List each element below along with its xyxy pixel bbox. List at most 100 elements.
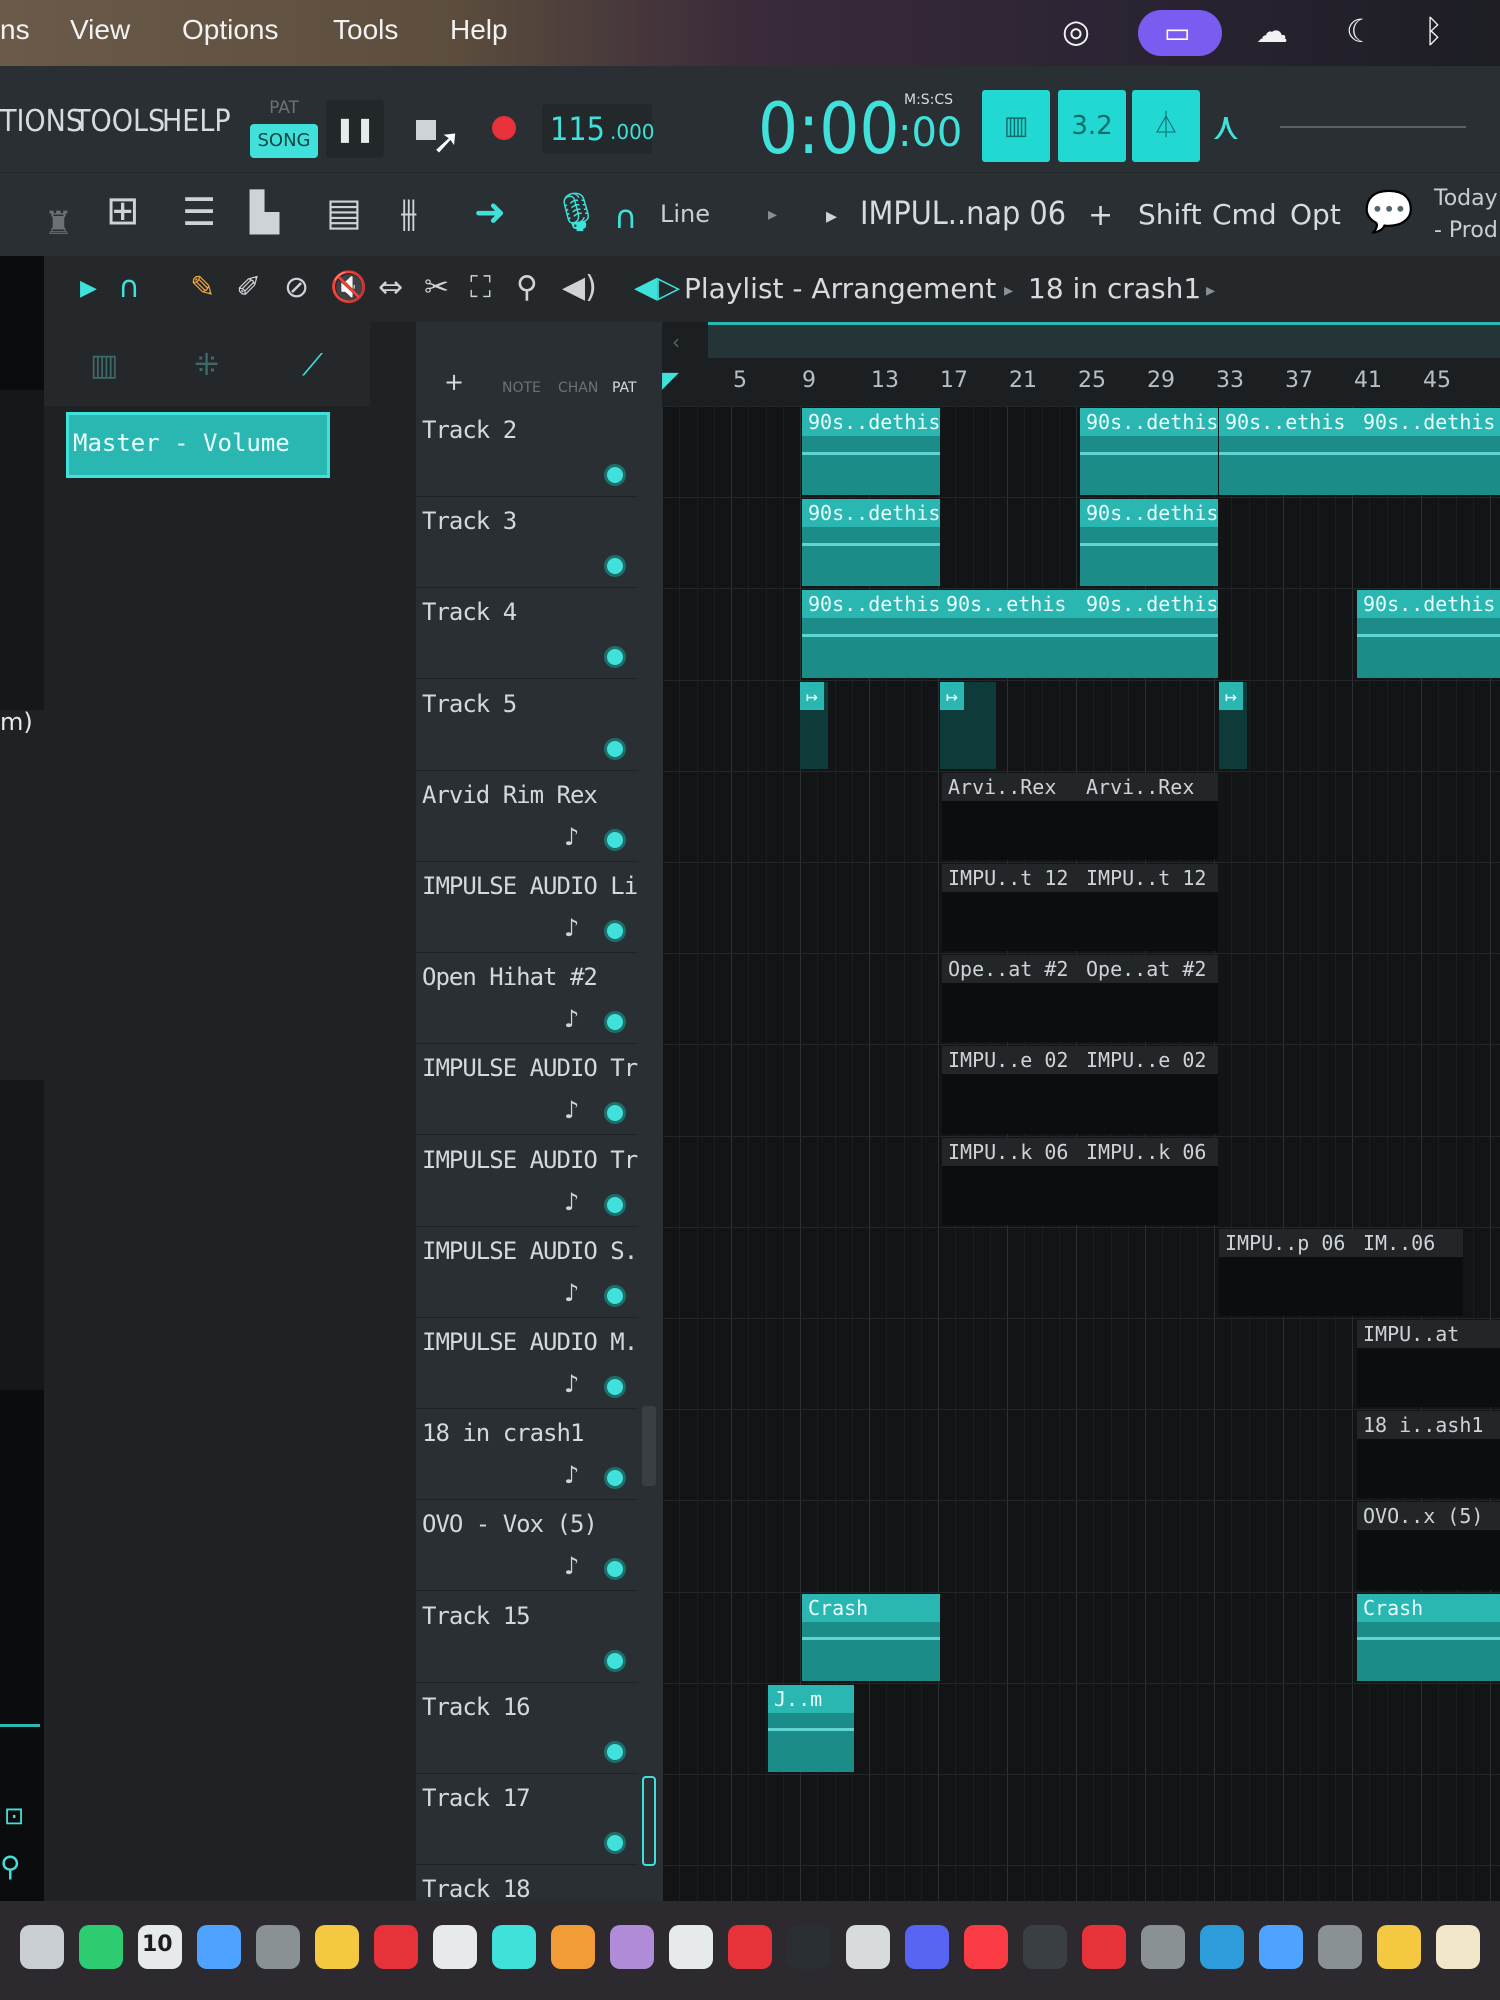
audio-wave-icon[interactable]: ⁜ <box>194 348 219 383</box>
grapher-icon[interactable] <box>610 1925 654 1969</box>
capcut-icon[interactable] <box>787 1925 831 1969</box>
shift-key-button[interactable]: Shift <box>1138 198 1202 231</box>
menu-item-view[interactable]: View <box>70 14 130 46</box>
audio-clip[interactable]: 90s..ethis <box>1219 408 1357 496</box>
pattern-clip[interactable]: IMPU..e 02 <box>1080 1046 1218 1134</box>
pattern-clip[interactable]: IMPU..t 12 <box>1080 864 1218 952</box>
track-header[interactable]: IMPULSE AUDIO S.. ♪ <box>416 1227 652 1318</box>
weather-icon[interactable] <box>20 1925 64 1969</box>
aperture-icon[interactable]: ◎ <box>1062 12 1090 50</box>
news-line-1[interactable]: Today <box>1434 186 1498 211</box>
left-panel-box-icon[interactable]: ⊡ <box>4 1802 24 1830</box>
track-name[interactable]: Track 5 <box>422 690 517 718</box>
photo-icon[interactable] <box>256 1925 300 1969</box>
track-mute-toggle[interactable] <box>604 1193 626 1216</box>
pattern-selector[interactable]: IMPUL..nap 06 <box>860 194 1066 232</box>
select-tool-icon[interactable]: ⛶ <box>470 270 491 305</box>
fl-menu-help[interactable]: HELP <box>162 104 231 139</box>
track-mute-toggle[interactable] <box>604 1740 626 1763</box>
track-header[interactable]: 18 in crash1 ♪ <box>416 1409 638 1501</box>
pencil-icon[interactable]: ✎ <box>190 270 215 305</box>
track-name[interactable]: IMPULSE AUDIO Tr.. <box>422 1146 665 1174</box>
audio-clip[interactable]: J..m <box>768 1684 854 1772</box>
track-name[interactable]: Track 16 <box>422 1693 531 1721</box>
acrobat-icon[interactable] <box>728 1925 772 1969</box>
track-mute-toggle[interactable] <box>604 555 626 578</box>
search-icon[interactable]: ⚲ <box>0 1850 21 1883</box>
track-name[interactable]: Track 2 <box>422 416 517 444</box>
track-header[interactable]: IMPULSE AUDIO M.. ♪ <box>416 1318 652 1409</box>
audio-clip[interactable]: 90s..dethis <box>802 408 940 496</box>
scrollbar-thumb[interactable] <box>642 1776 656 1866</box>
piano-roll-icon[interactable]: ▙ <box>250 190 279 234</box>
master-volume-item[interactable]: Master - Volume <box>66 412 330 478</box>
pattern-clip[interactable]: IMPU..k 06 <box>942 1137 1080 1225</box>
opt-key-button[interactable]: Opt <box>1290 198 1341 231</box>
pattern-clip[interactable]: Ope..at #2 <box>1080 955 1218 1043</box>
typing-keyboard-button[interactable]: ▥ <box>982 90 1050 162</box>
microphone-icon[interactable]: 🎙 <box>552 190 600 235</box>
music-icon[interactable] <box>964 1925 1008 1969</box>
track-header[interactable]: IMPULSE AUDIO Li.. ♪ <box>416 862 665 953</box>
audio-clip[interactable]: Crash <box>802 1593 940 1681</box>
track-header[interactable]: OVO - Vox (5) ♪ <box>416 1500 638 1592</box>
daw-icon[interactable] <box>1141 1925 1185 1969</box>
browser-tree-icon[interactable]: ⊞ <box>106 188 140 234</box>
playlist-grid[interactable]: 90s..dethis 90s..dethis 90s..ethis 90s..det… <box>662 406 1500 1901</box>
menu-item-tools[interactable]: Tools <box>333 14 398 46</box>
zoom-tool-icon[interactable]: ⚲ <box>516 270 538 305</box>
moon-icon[interactable]: ☾ <box>1346 12 1375 50</box>
stickies-icon[interactable] <box>1377 1925 1421 1969</box>
pattern-clip[interactable]: OVO..x (5) <box>1357 1502 1500 1590</box>
track-header[interactable]: Arvid Rim Rex ♪ <box>416 771 638 862</box>
settings-icon[interactable] <box>1318 1925 1362 1969</box>
pattern-clip[interactable]: IM..06 <box>1357 1228 1463 1316</box>
logic-icon[interactable] <box>1023 1925 1067 1969</box>
app-store-icon[interactable] <box>492 1925 536 1969</box>
help-chat-icon[interactable]: 💬 <box>1364 188 1414 235</box>
audio-clip[interactable]: 90s..dethis <box>802 590 940 678</box>
pattern-clip[interactable]: Ope..at #2 <box>942 955 1080 1043</box>
track-header[interactable]: Track 3 <box>416 497 638 589</box>
tempo-step-button[interactable]: 3.2 <box>1058 90 1126 162</box>
trash-icon[interactable]: ♜ <box>44 204 73 242</box>
track-name[interactable]: 18 in crash1 <box>422 1419 584 1447</box>
playback-tool-icon[interactable]: ◀) <box>562 270 597 305</box>
track-header[interactable]: Track 17 <box>416 1774 638 1865</box>
add-track-button[interactable]: + <box>444 368 464 396</box>
cmd-key-button[interactable]: Cmd <box>1212 198 1277 231</box>
track-mute-toggle[interactable] <box>604 737 626 760</box>
mixer-icon[interactable]: ⫵ <box>400 190 417 235</box>
bluetooth-icon[interactable]: ᛒ <box>1424 12 1443 50</box>
audio-clip[interactable]: 90s..dethis <box>1080 408 1218 496</box>
pattern-clip[interactable]: IMPU..e 02 <box>942 1046 1080 1134</box>
fl-menu-tools[interactable]: TOOLS <box>74 104 165 139</box>
song-mode-button[interactable]: SONG <box>250 124 318 158</box>
track-name[interactable]: IMPULSE AUDIO S.. <box>422 1237 652 1265</box>
piano-icon[interactable]: ▥ <box>90 348 118 383</box>
magnet-icon[interactable]: ∩ <box>614 198 637 236</box>
slip-tool-icon[interactable]: ⇔ <box>378 270 403 305</box>
pattern-clip[interactable]: IMPU..k 06 <box>1080 1137 1218 1225</box>
menu-item-partial[interactable]: ns <box>0 14 30 46</box>
books-icon[interactable] <box>1436 1925 1480 1969</box>
pattern-play-icon[interactable]: ▸ <box>826 204 837 229</box>
notes-icon[interactable] <box>315 1925 359 1969</box>
news-line-2[interactable]: - Prod <box>1434 218 1498 243</box>
menu-item-help[interactable]: Help <box>450 14 508 46</box>
audio-clip[interactable]: 90s..dethis <box>1357 408 1500 496</box>
track-header[interactable]: Track 4 <box>416 588 638 680</box>
track-mute-toggle[interactable] <box>604 1011 626 1034</box>
automation-link-icon[interactable]: ⟋ <box>302 348 323 383</box>
playlist-icon[interactable]: ▤ <box>326 190 362 234</box>
paint-brush-icon[interactable]: ✐ <box>236 270 261 305</box>
pattern-clip[interactable]: Arvi..Rex <box>942 772 1080 860</box>
chrome-icon[interactable] <box>846 1925 890 1969</box>
track-mute-toggle[interactable] <box>604 1376 626 1398</box>
track-name[interactable]: Track 18 <box>422 1875 531 1903</box>
audio-clip[interactable]: 90s..dethis <box>1080 499 1218 587</box>
waveform-icon[interactable]: ⋏ <box>1212 104 1240 148</box>
master-slider[interactable] <box>1280 126 1466 128</box>
playlist-vertical-scrollbar[interactable] <box>638 406 662 1901</box>
audio-clip-small[interactable]: ↦ <box>1219 681 1247 769</box>
